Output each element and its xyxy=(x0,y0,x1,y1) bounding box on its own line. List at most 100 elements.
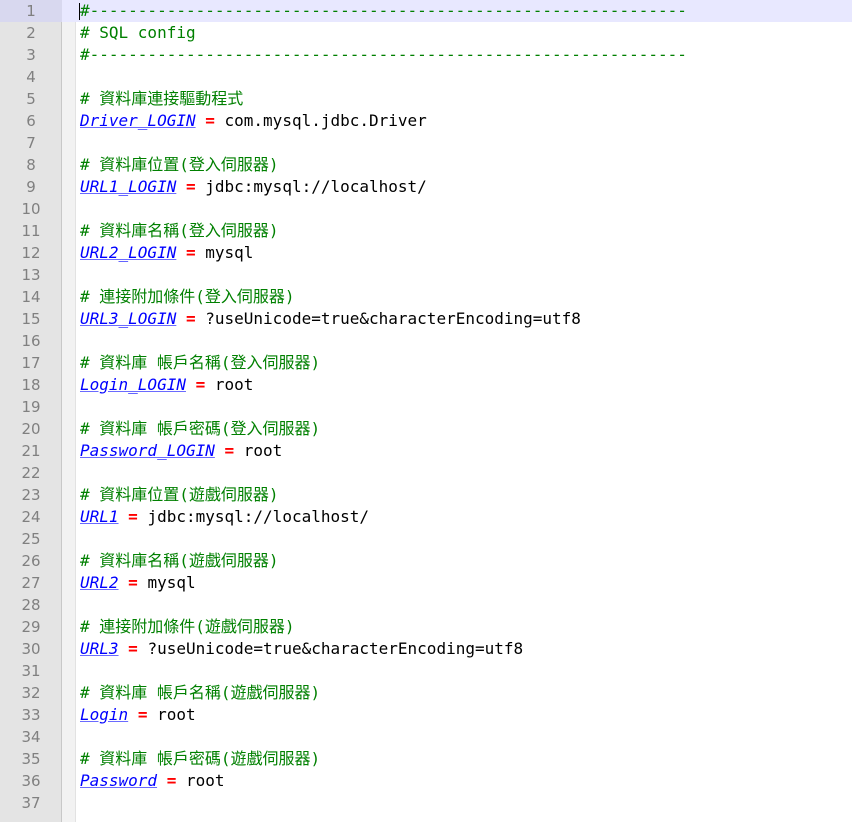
line-number: 11 xyxy=(21,222,41,240)
code-line[interactable]: 29 # 連接附加條件(遊戲伺服器) xyxy=(0,616,852,638)
code-line[interactable]: 15 URL3_LOGIN = ?useUnicode=true&characte… xyxy=(0,308,852,330)
property-value: ?useUnicode=true&characterEncoding=utf8 xyxy=(205,309,581,328)
code-line[interactable]: 16 xyxy=(0,330,852,352)
line-content: # 資料庫 帳戶名稱(遊戲伺服器) xyxy=(80,682,320,704)
code-line[interactable]: 6 Driver_LOGIN = com.mysql.jdbc.Driver xyxy=(0,110,852,132)
code-line[interactable]: 17 # 資料庫 帳戶名稱(登入伺服器) xyxy=(0,352,852,374)
assignment-operator: = xyxy=(185,177,196,196)
code-line[interactable]: 30 URL3 = ?useUnicode=true&characterEncod… xyxy=(0,638,852,660)
code-line[interactable]: 18 Login_LOGIN = root xyxy=(0,374,852,396)
code-line[interactable]: 7 xyxy=(0,132,852,154)
comment-text: # 資料庫名稱(登入伺服器) xyxy=(80,221,279,240)
code-line[interactable]: 12 URL2_LOGIN = mysql xyxy=(0,242,852,264)
code-line[interactable]: 14 # 連接附加條件(登入伺服器) xyxy=(0,286,852,308)
comment-text: #---------------------------------------… xyxy=(80,45,687,64)
line-number: 30 xyxy=(21,640,41,658)
line-number: 26 xyxy=(21,552,41,570)
code-line[interactable]: 26 # 資料庫名稱(遊戲伺服器) xyxy=(0,550,852,572)
assignment-operator: = xyxy=(205,111,215,130)
assignment-operator: = xyxy=(128,639,138,658)
code-line[interactable]: 13 xyxy=(0,264,852,286)
property-value: mysql xyxy=(205,243,254,262)
property-value: root xyxy=(185,771,225,790)
code-line[interactable]: 20 # 資料庫 帳戶密碼(登入伺服器) xyxy=(0,418,852,440)
code-line[interactable]: 19 xyxy=(0,396,852,418)
line-content: Driver_LOGIN = com.mysql.jdbc.Driver xyxy=(80,110,427,132)
line-content: URL3 = ?useUnicode=true&characterEncodin… xyxy=(80,638,523,660)
code-line[interactable]: 10 xyxy=(0,198,852,220)
comment-text: # SQL config xyxy=(80,23,196,42)
line-number: 33 xyxy=(21,706,41,724)
line-number: 2 xyxy=(26,24,36,42)
code-line[interactable]: 36 Password = root xyxy=(0,770,852,792)
code-line[interactable]: 32 # 資料庫 帳戶名稱(遊戲伺服器) xyxy=(0,682,852,704)
comment-text: # 資料庫名稱(遊戲伺服器) xyxy=(80,551,279,570)
code-line[interactable]: 5 # 資料庫連接驅動程式 xyxy=(0,88,852,110)
assignment-operator: = xyxy=(128,573,138,592)
property-key: Password_LOGIN xyxy=(80,441,215,460)
code-editor[interactable]: 1 #--------------------------------------… xyxy=(0,0,852,822)
code-line[interactable]: 8 # 資料庫位置(登入伺服器) xyxy=(0,154,852,176)
assignment-operator: = xyxy=(128,507,138,526)
code-line[interactable]: 27 URL2 = mysql xyxy=(0,572,852,594)
line-content: URL2 = mysql xyxy=(80,572,196,594)
property-value: jdbc:mysql://localhost/ xyxy=(205,177,427,196)
line-number: 22 xyxy=(21,464,41,482)
line-content: URL2_LOGIN = mysql xyxy=(80,242,253,264)
property-key: URL3 xyxy=(80,639,119,658)
property-key: Password xyxy=(80,771,158,790)
code-line[interactable]: 1 #--------------------------------------… xyxy=(0,0,852,22)
code-line[interactable]: 35 # 資料庫 帳戶密碼(遊戲伺服器) xyxy=(0,748,852,770)
code-line[interactable]: 2 # SQL config xyxy=(0,22,852,44)
code-line[interactable]: 4 xyxy=(0,66,852,88)
line-content: Login_LOGIN = root xyxy=(80,374,253,396)
line-number: 20 xyxy=(21,420,41,438)
code-line[interactable]: 31 xyxy=(0,660,852,682)
property-key: Login_LOGIN xyxy=(80,375,186,394)
line-content: URL1 = jdbc:mysql://localhost/ xyxy=(80,506,369,528)
line-number: 1 xyxy=(0,0,62,22)
property-key: URL1 xyxy=(80,507,119,526)
code-line[interactable]: 21 Password_LOGIN = root xyxy=(0,440,852,462)
line-number: 36 xyxy=(21,772,41,790)
comment-text: # 資料庫位置(遊戲伺服器) xyxy=(80,485,279,504)
property-key: URL3_LOGIN xyxy=(80,309,177,328)
line-content: #---------------------------------------… xyxy=(80,44,687,66)
property-key: URL2 xyxy=(80,573,119,592)
line-number: 15 xyxy=(21,310,41,328)
comment-text: # 資料庫 帳戶密碼(遊戲伺服器) xyxy=(80,749,321,768)
line-content: # SQL config xyxy=(80,22,196,44)
property-value: root xyxy=(243,441,283,460)
text-caret xyxy=(79,3,80,20)
code-line[interactable]: 9 URL1_LOGIN = jdbc:mysql://localhost/ xyxy=(0,176,852,198)
code-line[interactable]: 24 URL1 = jdbc:mysql://localhost/ xyxy=(0,506,852,528)
line-number: 23 xyxy=(21,486,41,504)
line-content: #---------------------------------------… xyxy=(80,0,687,22)
code-line[interactable]: 34 xyxy=(0,726,852,748)
line-number: 35 xyxy=(21,750,41,768)
comment-text: # 資料庫連接驅動程式 xyxy=(80,89,244,108)
assignment-operator: = xyxy=(224,441,235,460)
line-number: 14 xyxy=(21,288,41,306)
code-line[interactable]: 11 # 資料庫名稱(登入伺服器) xyxy=(0,220,852,242)
property-value: root xyxy=(214,375,254,394)
line-content: # 資料庫名稱(遊戲伺服器) xyxy=(80,550,279,572)
line-content: Password = root xyxy=(80,770,225,792)
code-line[interactable]: 28 xyxy=(0,594,852,616)
comment-text: # 資料庫 帳戶名稱(遊戲伺服器) xyxy=(80,683,321,702)
code-line[interactable]: 22 xyxy=(0,462,852,484)
code-line[interactable]: 23 # 資料庫位置(遊戲伺服器) xyxy=(0,484,852,506)
line-number: 7 xyxy=(26,134,36,152)
editor-lines[interactable]: 1 #--------------------------------------… xyxy=(0,0,852,814)
code-line[interactable]: 25 xyxy=(0,528,852,550)
code-line[interactable]: 33 Login = root xyxy=(0,704,852,726)
code-line[interactable]: 3 #--------------------------------------… xyxy=(0,44,852,66)
property-value: com.mysql.jdbc.Driver xyxy=(224,111,427,130)
line-content: # 資料庫位置(登入伺服器) xyxy=(80,154,279,176)
line-number: 10 xyxy=(21,200,41,218)
line-number: 27 xyxy=(21,574,41,592)
line-content: # 資料庫 帳戶密碼(遊戲伺服器) xyxy=(80,748,320,770)
line-number: 19 xyxy=(21,398,41,416)
line-content: Login = root xyxy=(80,704,196,726)
code-line[interactable]: 37 xyxy=(0,792,852,814)
